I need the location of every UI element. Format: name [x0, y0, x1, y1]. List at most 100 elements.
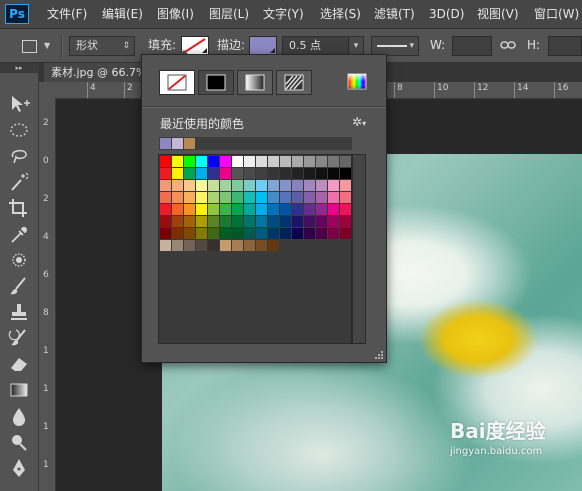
color-swatch[interactable]: [244, 204, 255, 215]
color-swatch[interactable]: [328, 204, 339, 215]
color-swatch[interactable]: [256, 180, 267, 191]
color-swatch[interactable]: [292, 216, 303, 227]
color-swatch[interactable]: [268, 156, 279, 167]
color-swatch[interactable]: [172, 240, 183, 251]
mode-select[interactable]: 形状 ⇕: [69, 36, 135, 56]
color-swatch[interactable]: [184, 204, 195, 215]
color-swatch[interactable]: [232, 228, 243, 239]
color-swatch[interactable]: [268, 180, 279, 191]
menu-view[interactable]: 视图(V): [477, 0, 519, 28]
color-swatch[interactable]: [328, 156, 339, 167]
color-swatch[interactable]: [340, 180, 351, 191]
color-swatch[interactable]: [196, 204, 207, 215]
color-swatch[interactable]: [244, 228, 255, 239]
color-swatch[interactable]: [232, 180, 243, 191]
color-swatch[interactable]: [340, 192, 351, 203]
color-swatch[interactable]: [268, 240, 279, 251]
color-swatch[interactable]: [184, 240, 195, 251]
width-input[interactable]: [452, 36, 492, 56]
color-swatch[interactable]: [208, 204, 219, 215]
eyedropper-tool-icon[interactable]: [7, 223, 31, 245]
color-swatch[interactable]: [184, 168, 195, 179]
color-swatch[interactable]: [232, 204, 243, 215]
color-swatch[interactable]: [292, 204, 303, 215]
recent-swatch[interactable]: [172, 138, 183, 149]
menu-filter[interactable]: 滤镜(T): [374, 0, 415, 28]
color-swatch[interactable]: [232, 216, 243, 227]
color-swatch[interactable]: [220, 240, 231, 251]
color-swatch[interactable]: [220, 228, 231, 239]
color-swatch[interactable]: [232, 168, 243, 179]
gear-icon[interactable]: ✲▾: [352, 115, 366, 129]
pen-tool-icon[interactable]: [7, 457, 31, 479]
color-swatch[interactable]: [268, 168, 279, 179]
solid-color-button[interactable]: [198, 70, 234, 95]
color-swatch[interactable]: [160, 216, 171, 227]
color-swatch[interactable]: [328, 180, 339, 191]
color-swatch[interactable]: [280, 168, 291, 179]
lasso-tool-icon[interactable]: [7, 145, 31, 167]
color-swatch[interactable]: [160, 240, 171, 251]
color-swatch[interactable]: [256, 216, 267, 227]
color-swatch[interactable]: [208, 180, 219, 191]
color-swatch[interactable]: [256, 228, 267, 239]
no-color-button[interactable]: [159, 70, 195, 95]
color-swatch[interactable]: [268, 192, 279, 203]
color-swatch[interactable]: [340, 156, 351, 167]
document-tab[interactable]: 素材.jpg @ 66.7%: [44, 63, 154, 82]
color-swatch[interactable]: [280, 204, 291, 215]
color-swatch[interactable]: [340, 204, 351, 215]
healing-brush-tool-icon[interactable]: [7, 249, 31, 271]
color-swatch[interactable]: [304, 168, 315, 179]
color-swatch[interactable]: [172, 180, 183, 191]
color-swatch[interactable]: [208, 228, 219, 239]
menu-type[interactable]: 文字(Y): [263, 0, 304, 28]
stroke-swatch-button[interactable]: [249, 36, 277, 55]
recent-swatch[interactable]: [160, 138, 171, 149]
color-swatch[interactable]: [280, 216, 291, 227]
color-swatch[interactable]: [220, 216, 231, 227]
color-swatch[interactable]: [316, 180, 327, 191]
color-swatch[interactable]: [244, 180, 255, 191]
color-swatch[interactable]: [244, 168, 255, 179]
color-swatch[interactable]: [256, 156, 267, 167]
color-swatch[interactable]: [208, 156, 219, 167]
color-swatch[interactable]: [316, 192, 327, 203]
color-swatch[interactable]: [316, 168, 327, 179]
color-swatch[interactable]: [196, 168, 207, 179]
color-swatch[interactable]: [340, 228, 351, 239]
collapse-arrows-icon[interactable]: ▸▸: [0, 63, 38, 73]
color-swatch[interactable]: [304, 204, 315, 215]
color-swatch[interactable]: [280, 228, 291, 239]
color-swatch[interactable]: [184, 192, 195, 203]
color-swatch[interactable]: [196, 156, 207, 167]
color-swatch[interactable]: [220, 168, 231, 179]
color-swatch[interactable]: [316, 228, 327, 239]
color-swatch[interactable]: [160, 192, 171, 203]
menu-edit[interactable]: 编辑(E): [102, 0, 143, 28]
color-swatch[interactable]: [280, 192, 291, 203]
color-swatch[interactable]: [328, 216, 339, 227]
color-swatch[interactable]: [184, 156, 195, 167]
history-brush-tool-icon[interactable]: [7, 327, 31, 349]
color-swatch[interactable]: [208, 168, 219, 179]
pattern-button[interactable]: [276, 70, 312, 95]
color-swatch[interactable]: [172, 156, 183, 167]
color-swatch[interactable]: [208, 240, 219, 251]
color-swatch[interactable]: [208, 192, 219, 203]
color-swatch[interactable]: [304, 216, 315, 227]
color-swatch[interactable]: [160, 180, 171, 191]
color-swatch[interactable]: [184, 228, 195, 239]
eraser-tool-icon[interactable]: [7, 353, 31, 375]
color-swatch[interactable]: [184, 180, 195, 191]
color-swatch[interactable]: [172, 192, 183, 203]
color-swatch[interactable]: [280, 180, 291, 191]
menu-file[interactable]: 文件(F): [47, 0, 87, 28]
move-tool-icon[interactable]: [7, 93, 31, 115]
swatch-scrollbar[interactable]: [352, 154, 366, 344]
color-swatch[interactable]: [316, 216, 327, 227]
color-swatch[interactable]: [292, 156, 303, 167]
brush-tool-icon[interactable]: [7, 275, 31, 297]
color-swatch[interactable]: [220, 156, 231, 167]
color-swatch[interactable]: [292, 228, 303, 239]
